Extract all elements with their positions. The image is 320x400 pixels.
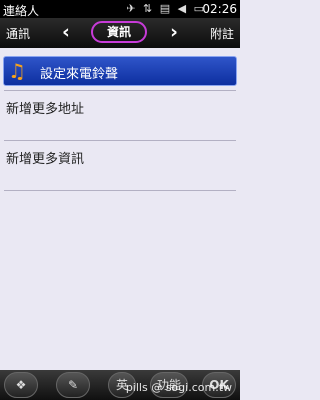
list-item-label: 新增更多資訊: [6, 152, 85, 167]
chevron-right-icon[interactable]: ›: [170, 21, 178, 43]
list-item-set-ringtone[interactable]: ♫ 設定來電鈴聲: [3, 56, 237, 86]
music-note-icon: ♫: [8, 59, 26, 83]
tab-communications[interactable]: 通訊: [6, 25, 30, 42]
app-title: 連絡人: [3, 4, 40, 18]
status-bar: 連絡人 ✈ ⇅ ▤ ◀ ▭ 02:26: [0, 0, 240, 18]
status-icons: ✈ ⇅ ▤ ◀ ▭: [126, 2, 206, 15]
watermark: pills @ sogi.com.tw: [125, 381, 232, 394]
divider: [4, 190, 236, 191]
list-item-label: 設定來電鈴聲: [40, 67, 119, 82]
start-button[interactable]: ❖: [4, 372, 38, 398]
clock: 02:26: [202, 2, 237, 16]
bottom-toolbar: ❖ ✎ 英 功能 OK pills @ sogi.com.tw: [0, 370, 240, 400]
tab-bar: 通訊 ‹ 資訊 › 附註: [0, 18, 240, 48]
notes-button[interactable]: ✎: [56, 372, 90, 398]
divider: [4, 90, 236, 91]
chevron-left-icon[interactable]: ‹: [62, 21, 70, 43]
tab-notes[interactable]: 附註: [210, 25, 234, 42]
list-item-label: 新增更多地址: [6, 102, 85, 117]
tab-info[interactable]: 資訊: [91, 21, 147, 43]
divider: [4, 140, 236, 141]
